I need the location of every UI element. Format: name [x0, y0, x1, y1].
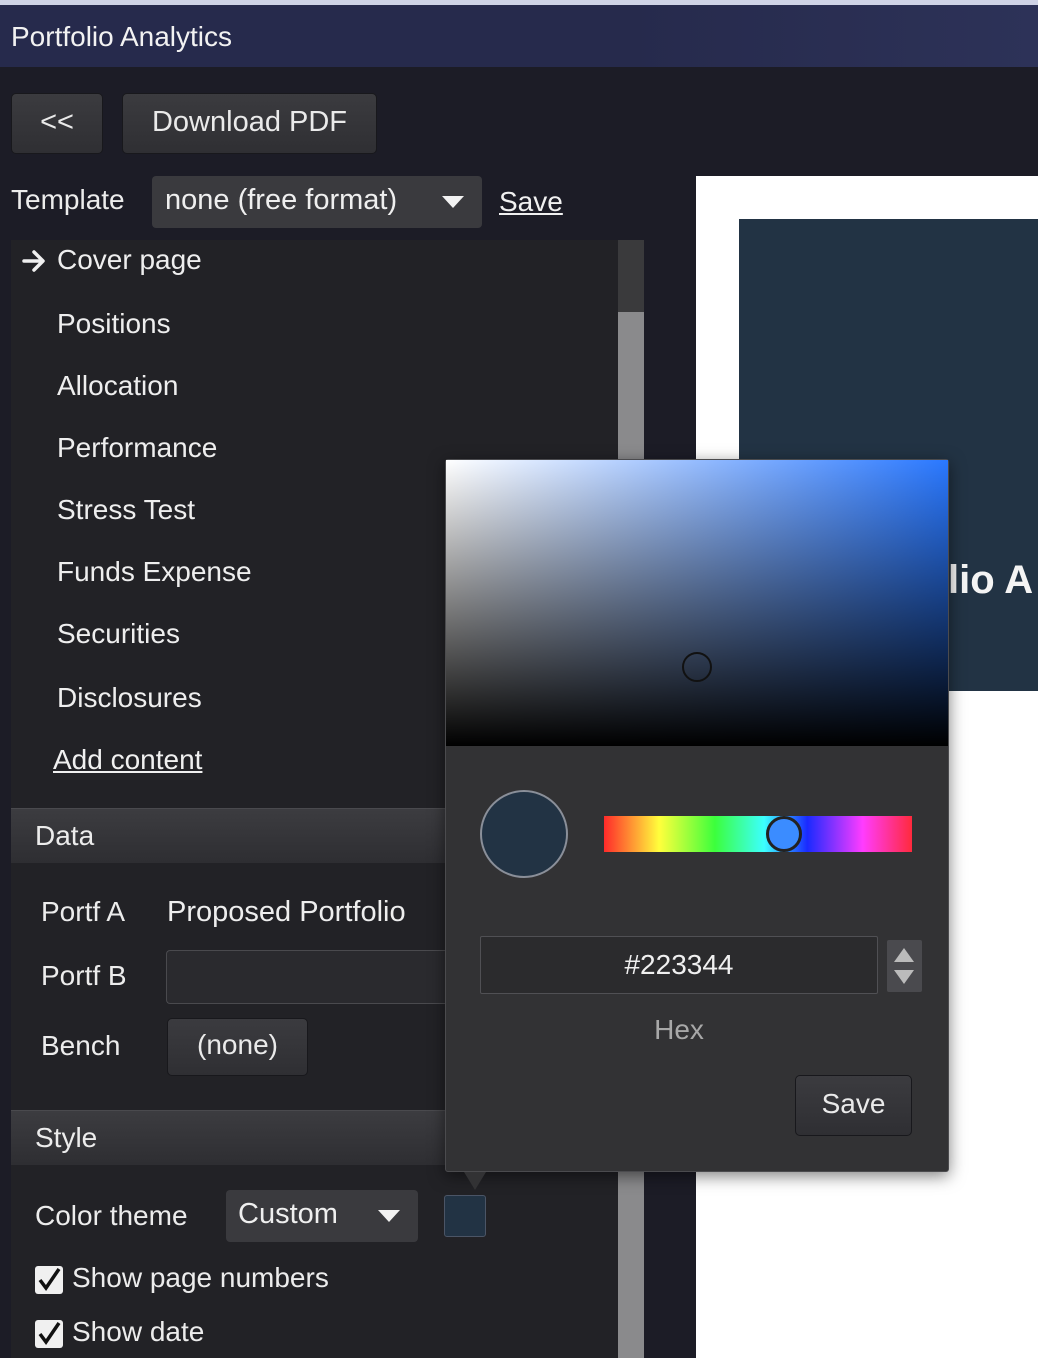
back-button[interactable]: <<: [11, 93, 103, 154]
color-picker-save-button[interactable]: Save: [795, 1075, 912, 1136]
hex-format-spinner[interactable]: [887, 940, 922, 992]
content-item-performance[interactable]: Performance: [57, 432, 217, 464]
data-section-header[interactable]: Data: [11, 808, 445, 863]
hue-slider-handle[interactable]: [766, 816, 802, 852]
show-page-numbers-label: Show page numbers: [72, 1262, 329, 1293]
hex-input[interactable]: #223344: [480, 936, 878, 994]
portf-b-label: Portf B: [41, 960, 127, 991]
saturation-value-area[interactable]: [446, 460, 948, 746]
style-section-title: Style: [35, 1122, 98, 1153]
checkmark-icon: [38, 1268, 61, 1292]
bench-label: Bench: [41, 1030, 121, 1061]
content-item-stress-test[interactable]: Stress Test: [57, 494, 195, 526]
show-date-checkbox[interactable]: [35, 1320, 63, 1348]
style-section-header[interactable]: Style: [11, 1110, 445, 1165]
portf-a-value[interactable]: Proposed Portfolio: [167, 896, 406, 929]
template-label: Template: [11, 184, 125, 215]
color-picker-pointer: [464, 1172, 486, 1190]
title-bar: Portfolio Analytics: [0, 5, 1038, 67]
content-item-funds-expense[interactable]: Funds Expense: [57, 556, 252, 588]
add-content-link[interactable]: Add content: [53, 744, 202, 776]
chevron-down-icon: [442, 196, 464, 208]
chevron-down-icon: [378, 1210, 400, 1222]
portf-b-field[interactable]: [166, 950, 445, 1004]
hex-format-caption: Hex: [654, 1014, 704, 1045]
color-theme-value: Custom: [238, 1198, 338, 1230]
content-item-positions[interactable]: Positions: [57, 308, 171, 340]
report-preview-title: lio A: [948, 558, 1034, 602]
hue-slider[interactable]: [604, 816, 912, 852]
spinner-down-icon[interactable]: [894, 970, 914, 984]
bench-select-button[interactable]: (none): [167, 1018, 308, 1076]
spinner-up-icon[interactable]: [894, 948, 914, 962]
right-arrow-icon: [22, 250, 45, 272]
save-template-link[interactable]: Save: [499, 186, 563, 218]
template-select-value: none (free format): [165, 184, 398, 216]
content-item-cover-page[interactable]: Cover page: [57, 244, 202, 276]
data-section-title: Data: [35, 820, 95, 851]
show-page-numbers-checkbox[interactable]: [35, 1266, 63, 1294]
checkmark-icon: [38, 1322, 61, 1346]
content-item-disclosures[interactable]: Disclosures: [57, 682, 202, 714]
show-date-label: Show date: [72, 1316, 205, 1347]
selected-color-preview: [480, 790, 568, 878]
color-theme-select[interactable]: Custom: [226, 1190, 418, 1242]
content-item-allocation[interactable]: Allocation: [57, 370, 178, 402]
portf-a-label: Portf A: [41, 896, 126, 927]
download-pdf-button[interactable]: Download PDF: [122, 93, 377, 154]
color-theme-label: Color theme: [35, 1200, 188, 1231]
template-select[interactable]: none (free format): [152, 176, 482, 228]
saturation-value-handle[interactable]: [682, 652, 712, 682]
app-title: Portfolio Analytics: [11, 21, 232, 52]
content-item-securities[interactable]: Securities: [57, 618, 180, 650]
custom-color-swatch[interactable]: [444, 1195, 486, 1237]
